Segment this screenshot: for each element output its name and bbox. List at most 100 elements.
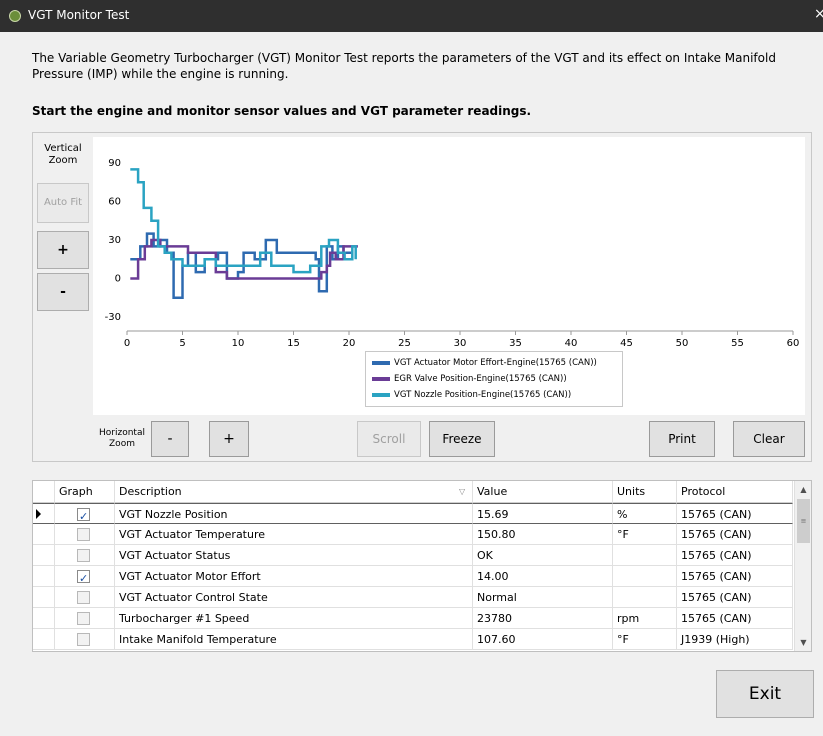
row-header-corner <box>33 481 55 503</box>
auto-fit-button[interactable]: Auto Fit <box>37 183 89 223</box>
graph-checkbox[interactable] <box>77 612 90 625</box>
graph-checkbox[interactable] <box>77 591 90 604</box>
legend-item-egr-valve: EGR Valve Position-Engine(15765 (CAN)) <box>372 372 567 386</box>
scroll-button[interactable]: Scroll <box>357 421 421 457</box>
row-header[interactable] <box>33 524 55 545</box>
column-header-value[interactable]: Value ▽ <box>459 481 613 503</box>
value-cell: 23780 <box>473 608 613 629</box>
column-header-label: Graph <box>59 485 93 498</box>
graph-checkbox[interactable] <box>77 528 90 541</box>
legend-item-nozzle-position: VGT Nozzle Position-Engine(15765 (CAN)) <box>372 388 571 402</box>
description-cell: VGT Nozzle Position <box>115 503 473 524</box>
instruction-text: Start the engine and monitor sensor valu… <box>32 104 532 118</box>
vertical-zoom-out-button[interactable]: - <box>37 273 89 311</box>
protocol-cell: 15765 (CAN) <box>677 608 793 629</box>
graph-cell <box>55 503 115 524</box>
row-header[interactable] <box>33 629 55 650</box>
row-header[interactable] <box>33 545 55 566</box>
graph-cell <box>55 587 115 608</box>
scroll-thumb[interactable]: ≡ <box>797 499 810 543</box>
x-tick-label: 60 <box>787 338 800 349</box>
horizontal-zoom-in-button[interactable]: + <box>209 421 249 457</box>
grid-scrollbar[interactable]: ▲ ≡ ▼ <box>794 481 811 651</box>
x-tick-label: 50 <box>676 338 689 349</box>
horizontal-zoom-out-button[interactable]: - <box>151 421 189 457</box>
row-header[interactable] <box>33 587 55 608</box>
y-tick-label: 90 <box>108 158 121 169</box>
legend-swatch-motor-effort <box>372 361 390 365</box>
row-header[interactable] <box>33 566 55 587</box>
table-row[interactable]: Intake Manifold Temperature 107.60 °F J1939… <box>33 629 793 650</box>
x-tick-label: 25 <box>398 338 411 349</box>
freeze-button[interactable]: Freeze <box>429 421 495 457</box>
graph-checkbox[interactable] <box>77 568 90 586</box>
x-tick-label: 45 <box>620 338 633 349</box>
graph-checkbox[interactable] <box>77 506 90 523</box>
protocol-cell: J1939 (High) <box>677 629 793 650</box>
row-header[interactable] <box>33 608 55 629</box>
description-cell: VGT Actuator Motor Effort <box>115 566 473 587</box>
print-button[interactable]: Print <box>649 421 715 457</box>
value-cell: Normal <box>473 587 613 608</box>
value-cell: 15.69 <box>473 503 613 524</box>
scroll-down-icon[interactable]: ▼ <box>795 634 812 651</box>
exit-button[interactable]: Exit <box>716 670 814 718</box>
protocol-cell: 15765 (CAN) <box>677 587 793 608</box>
x-tick-label: 35 <box>509 338 522 349</box>
y-tick-label: 0 <box>115 274 121 285</box>
app-icon <box>9 10 21 22</box>
protocol-cell: 15765 (CAN) <box>677 545 793 566</box>
close-icon[interactable]: × <box>814 6 823 22</box>
value-cell: 107.60 <box>473 629 613 650</box>
x-tick-label: 10 <box>232 338 245 349</box>
vertical-zoom-label: Vertical Zoom <box>44 143 82 166</box>
table-row[interactable]: VGT Nozzle Position15.69%15765 (CAN) <box>33 503 793 524</box>
graph-cell <box>55 566 115 587</box>
legend-swatch-egr-valve <box>372 377 390 381</box>
column-header-label: Value <box>477 485 508 498</box>
table-row[interactable]: VGT Actuator Status OK 15765 (CAN) <box>33 545 793 566</box>
column-header-label: Protocol <box>681 485 726 498</box>
current-row-icon <box>36 509 41 519</box>
protocol-cell: 15765 (CAN) <box>677 524 793 545</box>
legend-item-motor-effort: VGT Actuator Motor Effort-Engine(15765 (… <box>372 356 597 370</box>
graph-cell <box>55 629 115 650</box>
description-cell: Intake Manifold Temperature <box>115 629 473 650</box>
column-header-label: Units <box>617 485 646 498</box>
column-header-description[interactable]: Description <box>115 481 473 503</box>
x-tick-label: 0 <box>124 338 130 349</box>
column-header-graph[interactable]: Graph <box>55 481 115 503</box>
legend-label-nozzle-position: VGT Nozzle Position-Engine(15765 (CAN)) <box>394 390 572 400</box>
chart-legend: VGT Actuator Motor Effort-Engine(15765 (… <box>365 351 623 407</box>
graph-checkbox[interactable] <box>77 549 90 562</box>
column-header-protocol[interactable]: Protocol <box>677 481 793 503</box>
table-row[interactable]: VGT Actuator Control State Normal 15765 (C… <box>33 587 793 608</box>
units-cell: °F <box>613 629 677 650</box>
vertical-zoom-in-button[interactable]: + <box>37 231 89 269</box>
legend-label-motor-effort: VGT Actuator Motor Effort-Engine(15765 (… <box>394 358 597 368</box>
x-tick-label: 15 <box>287 338 300 349</box>
legend-label-egr-valve: EGR Valve Position-Engine(15765 (CAN)) <box>394 374 567 384</box>
protocol-cell: 15765 (CAN) <box>677 503 793 524</box>
table-row[interactable]: VGT Actuator Temperature 150.80 °F 15765 (C… <box>33 524 793 545</box>
table-row[interactable]: VGT Actuator Motor Effort14.00 15765 (CAN… <box>33 566 793 587</box>
description-cell: Turbocharger #1 Speed <box>115 608 473 629</box>
graph-checkbox[interactable] <box>77 633 90 646</box>
clear-button[interactable]: Clear <box>733 421 805 457</box>
protocol-cell: 15765 (CAN) <box>677 566 793 587</box>
value-cell: 150.80 <box>473 524 613 545</box>
y-tick-label: 30 <box>108 235 121 246</box>
y-tick-label: 60 <box>108 197 121 208</box>
table-row[interactable]: Turbocharger #1 Speed 23780 rpm 15765 (CAN) <box>33 608 793 629</box>
units-cell: % <box>613 503 677 524</box>
sort-icon[interactable]: ▽ <box>459 481 465 503</box>
column-header-units[interactable]: Units <box>613 481 677 503</box>
row-header[interactable] <box>33 503 55 524</box>
horizontal-zoom-label: Horizontal Zoom <box>99 428 145 449</box>
parameter-grid: Graph Description Value ▽ Units Protocol VGT … <box>32 480 812 652</box>
units-cell <box>613 587 677 608</box>
column-header-label: Description <box>119 485 182 498</box>
scroll-up-icon[interactable]: ▲ <box>795 481 812 498</box>
x-tick-label: 55 <box>731 338 744 349</box>
x-tick-label: 20 <box>343 338 356 349</box>
